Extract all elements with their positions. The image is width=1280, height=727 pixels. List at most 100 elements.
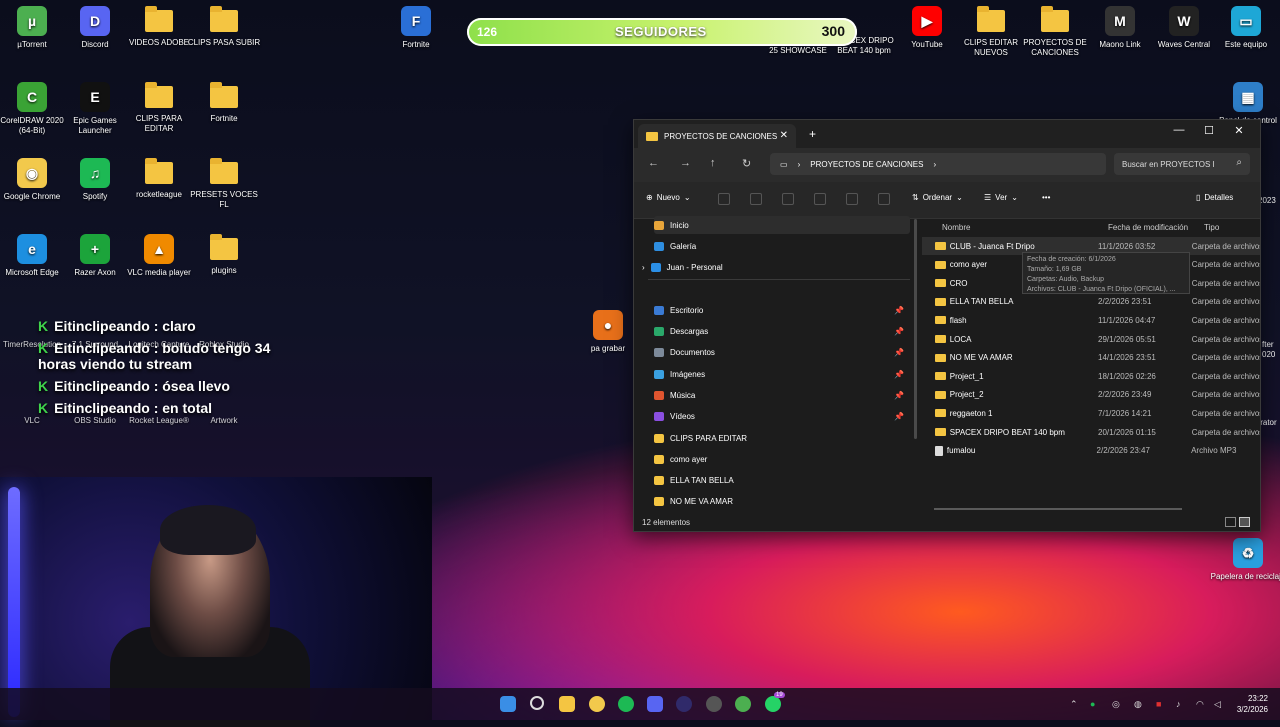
app-tray-icon[interactable]: ◎: [1112, 699, 1120, 710]
folder-icon: [210, 158, 238, 184]
up-arrow-icon[interactable]: ↑: [710, 157, 716, 169]
column-header-type[interactable]: Tipo: [1204, 219, 1219, 235]
file-type: Carpeta de archivos: [1191, 427, 1260, 437]
settings-icon[interactable]: [706, 696, 722, 712]
folder-icon: [935, 297, 946, 306]
rename-icon[interactable]: [814, 193, 826, 205]
delete-icon[interactable]: [878, 193, 890, 205]
details-view-icon[interactable]: [1225, 517, 1236, 527]
folder-icon: [935, 242, 946, 250]
desktop-icon[interactable]: Fortnite: [186, 82, 262, 124]
back-arrow-icon[interactable]: ←: [648, 157, 659, 169]
file-row[interactable]: flash 11/1/2026 04:47 Carpeta de archivos: [922, 311, 1260, 329]
column-header-name[interactable]: Nombre: [942, 219, 970, 235]
chevron-right-icon: ›: [933, 159, 937, 169]
cut-icon[interactable]: [718, 193, 730, 205]
chevron-right-icon[interactable]: ›: [642, 263, 645, 272]
more-options-icon[interactable]: •••: [1042, 193, 1050, 202]
address-bar[interactable]: ▭ › PROYECTOS DE CANCIONES ›: [770, 153, 1106, 175]
details-button[interactable]: ▯ Detalles: [1196, 193, 1233, 202]
chevron-up-icon[interactable]: ⌃: [1070, 699, 1078, 710]
search-input[interactable]: Buscar en PROYECTOS I ⌕: [1114, 153, 1250, 175]
file-type: Carpeta de archivos: [1191, 371, 1260, 381]
nav-item[interactable]: Vídeos 📌: [654, 407, 910, 425]
nav-item[interactable]: Documentos 📌: [654, 343, 910, 361]
search-icon: ⌕: [1236, 157, 1242, 168]
file-row[interactable]: reggaeton 1 7/1/2026 14:21 Carpeta de arch…: [922, 404, 1260, 422]
microphone-icon[interactable]: ♪: [1176, 699, 1181, 709]
file-row[interactable]: NO ME VA AMAR 14/1/2026 23:51 Carpeta de a…: [922, 349, 1260, 367]
file-row[interactable]: LOCA 29/1/2026 05:51 Carpeta de archivos: [922, 330, 1260, 348]
folder-icon: [145, 158, 173, 184]
chrome-icon[interactable]: [589, 696, 605, 712]
notification-badge: 19: [774, 692, 785, 698]
maximize-icon[interactable]: ☐: [1194, 124, 1224, 137]
kick-icon: K: [38, 340, 49, 356]
discord-icon[interactable]: [647, 696, 663, 712]
start-icon[interactable]: [500, 696, 516, 712]
horizontal-scrollbar[interactable]: [934, 508, 1182, 510]
whatsapp-icon[interactable]: [765, 696, 781, 712]
file-row[interactable]: Project_1 18/1/2026 02:26 Carpeta de archi…: [922, 367, 1260, 385]
tray-app-icon[interactable]: ■: [1156, 699, 1161, 709]
file-row[interactable]: ELLA TAN BELLA 2/2/2026 23:51 Carpeta de a…: [922, 293, 1260, 311]
file-date: 20/1/2026 01:15: [1098, 427, 1156, 437]
nav-item[interactable]: Galería: [654, 237, 910, 255]
folder-icon: [935, 279, 946, 288]
file-type: Carpeta de archivos: [1191, 278, 1260, 288]
folder-icon: [935, 390, 946, 399]
file-row[interactable]: Project_2 2/2/2026 23:49 Carpeta de archiv…: [922, 386, 1260, 404]
column-header-date[interactable]: Fecha de modificación: [1108, 219, 1188, 235]
tab-bar: PROYECTOS DE CANCIONES ✕ + — ☐ ✕: [634, 120, 1260, 148]
copy-icon[interactable]: [750, 193, 762, 205]
tiles-view-icon[interactable]: [1239, 517, 1250, 527]
nav-item[interactable]: ELLA TAN BELLA: [654, 471, 910, 489]
file-row[interactable]: SPACEX DRIPO BEAT 140 bpm 20/1/2026 01:15…: [922, 423, 1260, 441]
nav-item[interactable]: como ayer: [654, 450, 910, 468]
refresh-icon[interactable]: ↻: [742, 157, 751, 170]
spotify-icon[interactable]: [618, 696, 634, 712]
search-icon[interactable]: [530, 696, 544, 710]
view-button[interactable]: ☰ Ver ⌄: [984, 193, 1018, 202]
volume-icon[interactable]: ◁: [1214, 699, 1221, 710]
wifi-icon[interactable]: ◠: [1196, 699, 1204, 710]
spotify-tray-icon[interactable]: ●: [1090, 699, 1095, 709]
nav-item[interactable]: Escritorio 📌: [654, 301, 910, 319]
file-explorer-icon[interactable]: [559, 696, 575, 712]
file-row[interactable]: fumalou 2/2/2026 23:47 Archivo MP3: [922, 442, 1260, 460]
new-tab-icon[interactable]: +: [809, 127, 816, 141]
network-tray-icon[interactable]: ◍: [1134, 699, 1142, 710]
nav-item[interactable]: NO ME VA AMAR: [654, 492, 910, 510]
nav-item[interactable]: Descargas 📌: [654, 322, 910, 340]
desktop-icon-label[interactable]: fter: [1262, 340, 1274, 349]
nav-item[interactable]: CLIPS PARA EDITAR: [654, 429, 910, 447]
clock[interactable]: 23:22 3/2/2026: [1237, 693, 1268, 715]
forward-arrow-icon[interactable]: →: [680, 157, 691, 169]
new-button[interactable]: ⊕ Nuevo ⌄: [646, 193, 691, 202]
folder-icon: [210, 234, 238, 260]
nav-item[interactable]: Imágenes 📌: [654, 365, 910, 383]
app-icon[interactable]: [735, 696, 751, 712]
desktop-icon[interactable]: CLIPS PASA SUBIR: [186, 6, 262, 48]
close-icon[interactable]: ✕: [1224, 124, 1254, 137]
desktop-icon[interactable]: ♻ Papelera de reciclaje: [1210, 538, 1280, 582]
obs-icon[interactable]: [676, 696, 692, 712]
file-name: reggaeton 1: [949, 408, 993, 418]
folder-icon: [145, 82, 173, 108]
sort-button[interactable]: ⇅ Ordenar ⌄: [912, 193, 963, 202]
minimize-icon[interactable]: —: [1164, 124, 1194, 136]
nav-item[interactable]: Música 📌: [654, 386, 910, 404]
nav-icon: [654, 220, 664, 230]
paste-icon[interactable]: [782, 193, 794, 205]
desktop-icon[interactable]: plugins: [186, 234, 262, 276]
desktop-icon[interactable]: F Fortnite: [378, 6, 454, 50]
close-tab-icon[interactable]: ✕: [780, 130, 788, 141]
desktop-icon[interactable]: PRESETS VOCES FL: [186, 158, 262, 210]
desktop-icon-label[interactable]: 020: [1262, 350, 1275, 359]
desktop-icon[interactable]: ▭ Este equipo: [1208, 6, 1280, 50]
nav-scrollbar[interactable]: [914, 219, 917, 439]
share-icon[interactable]: [846, 193, 858, 205]
tab-proyectos[interactable]: PROYECTOS DE CANCIONES ✕: [638, 124, 796, 148]
nav-item[interactable]: Inicio: [654, 216, 910, 234]
nav-item[interactable]: › Juan - Personal: [642, 258, 910, 276]
